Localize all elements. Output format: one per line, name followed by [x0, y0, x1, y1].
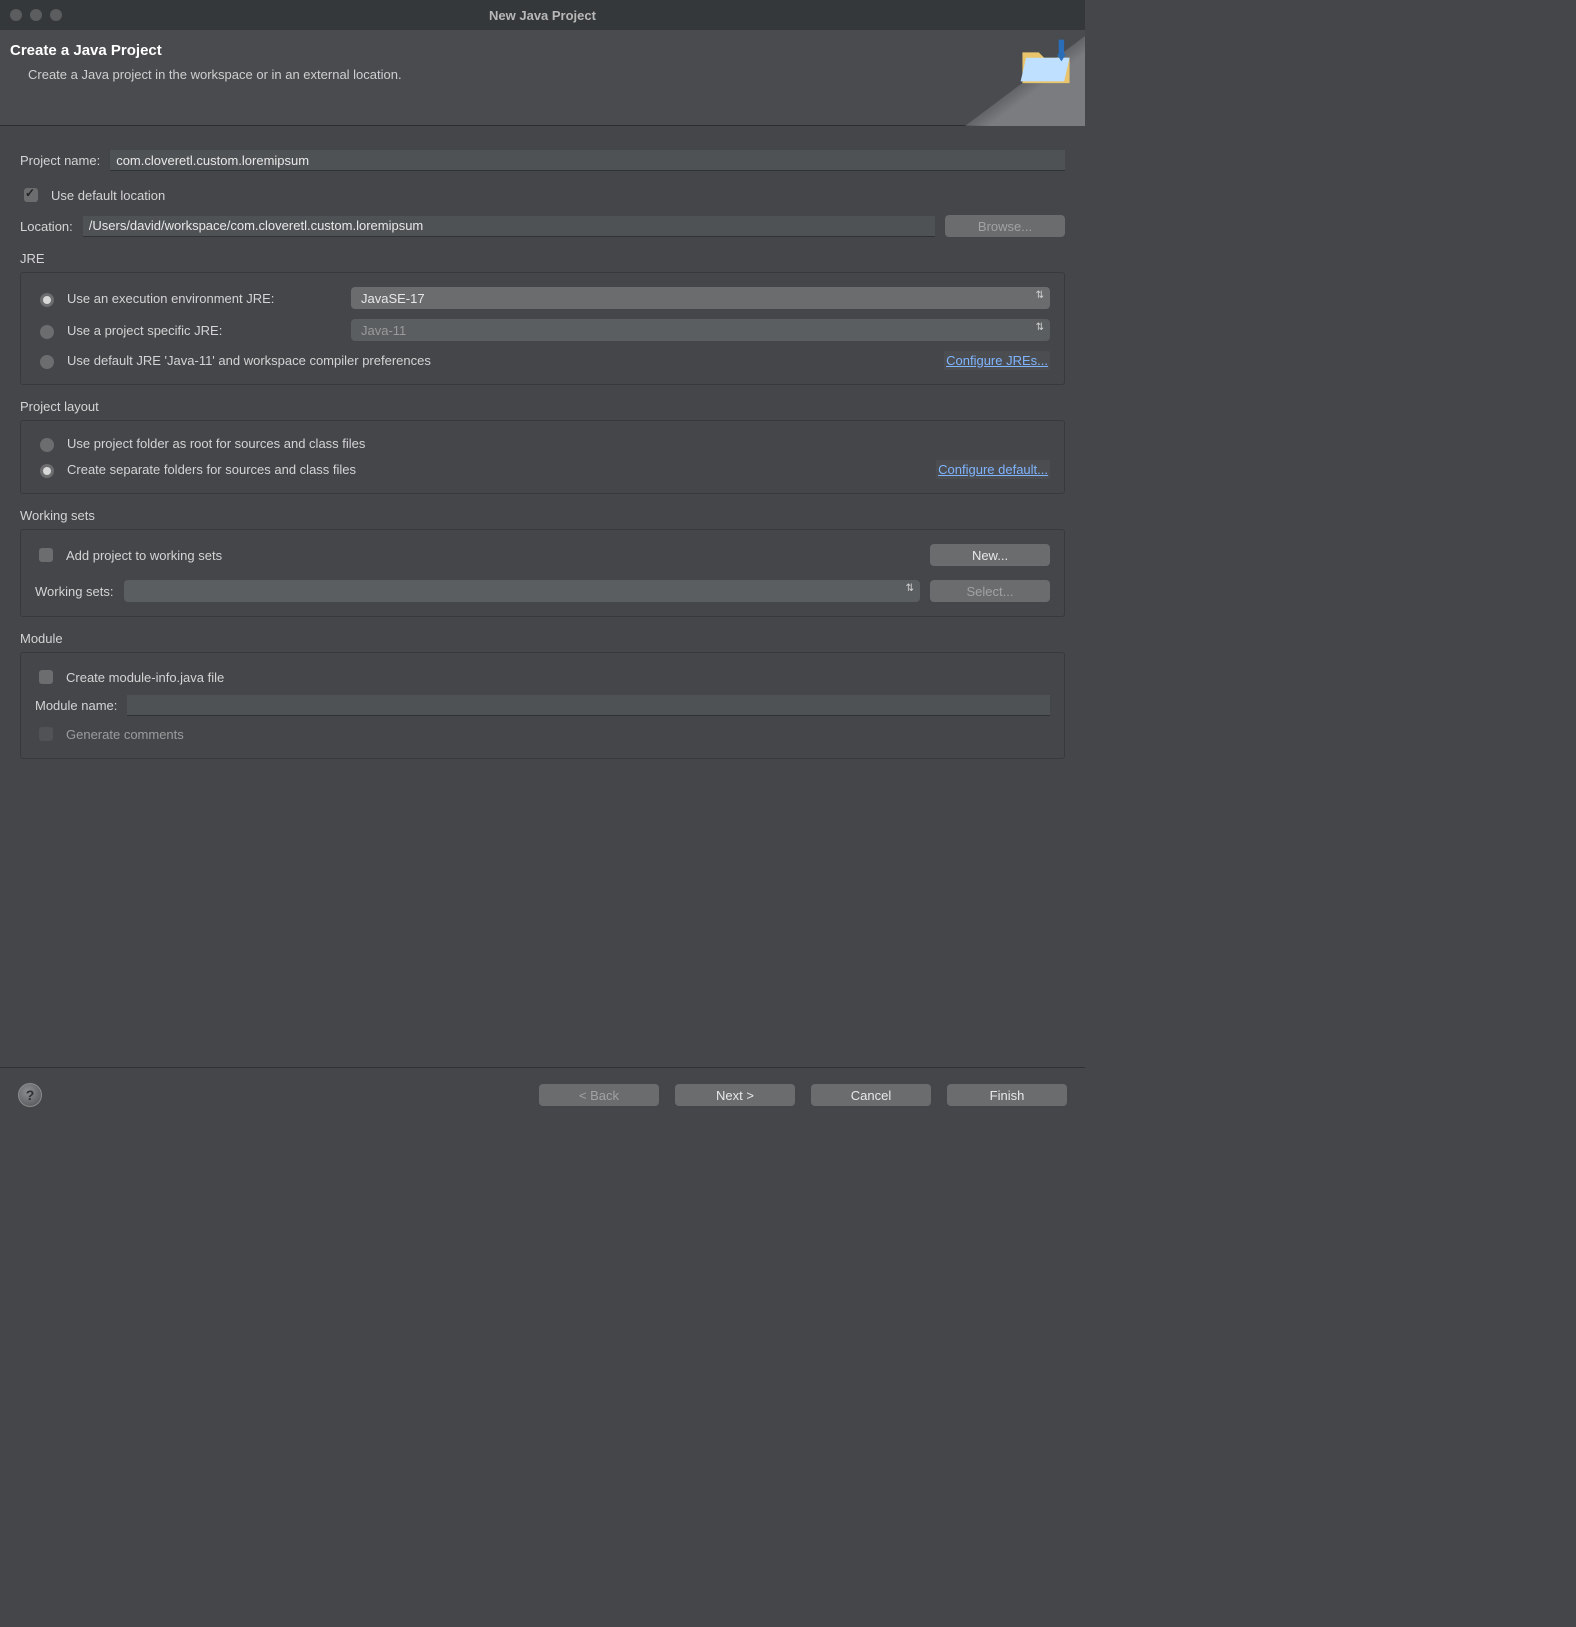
configure-default-link[interactable]: Configure default... — [936, 460, 1050, 479]
working-sets-group: Working sets Add project to working sets… — [20, 508, 1065, 617]
minimize-icon[interactable] — [30, 9, 42, 21]
configure-jres-link[interactable]: Configure JREs... — [944, 351, 1050, 370]
finish-button[interactable]: Finish — [947, 1084, 1067, 1106]
module-group: Module Create module-info.java file Modu… — [20, 631, 1065, 759]
wizard-window: New Java Project Create a Java Project C… — [0, 0, 1085, 1122]
cancel-button[interactable]: Cancel — [811, 1084, 931, 1106]
jre-exec-env-value: JavaSE-17 — [361, 291, 425, 306]
chevron-updown-icon: ⇅ — [906, 583, 914, 594]
close-icon[interactable] — [10, 9, 22, 21]
jre-project-specific-label: Use a project specific JRE: — [67, 323, 222, 338]
wizard-content: Project name: Use default location Locat… — [0, 126, 1085, 1067]
browse-button: Browse... — [945, 215, 1065, 237]
jre-default-label: Use default JRE 'Java-11' and workspace … — [67, 353, 431, 368]
ws-new-button[interactable]: New... — [930, 544, 1050, 566]
ws-select-button: Select... — [930, 580, 1050, 602]
layout-title: Project layout — [20, 399, 1065, 414]
wizard-footer: ? < Back Next > Cancel Finish — [0, 1067, 1085, 1122]
jre-default-row: Use default JRE 'Java-11' and workspace … — [35, 351, 1050, 370]
layout-root-radio[interactable] — [40, 438, 54, 452]
wizard-header: Create a Java Project Create a Java proj… — [0, 30, 1085, 126]
module-create-checkbox[interactable] — [39, 670, 53, 684]
chevron-updown-icon: ⇅ — [1036, 290, 1044, 301]
module-generate-checkbox — [39, 727, 53, 741]
jre-project-specific-row: Use a project specific JRE: Java-11 ⇅ — [35, 319, 1050, 341]
module-generate-label: Generate comments — [66, 727, 184, 742]
project-name-input[interactable] — [110, 150, 1065, 171]
folder-icon — [1017, 36, 1075, 94]
jre-exec-env-label: Use an execution environment JRE: — [67, 291, 274, 306]
ws-label: Working sets: — [35, 584, 114, 599]
jre-exec-env-radio[interactable] — [40, 293, 54, 307]
jre-title: JRE — [20, 251, 1065, 266]
jre-default-radio[interactable] — [40, 355, 54, 369]
jre-project-specific-value: Java-11 — [361, 323, 406, 338]
location-label: Location: — [20, 219, 73, 234]
help-icon[interactable]: ? — [18, 1083, 42, 1107]
chevron-updown-icon: ⇅ — [1036, 322, 1044, 333]
jre-exec-env-row: Use an execution environment JRE: JavaSE… — [35, 287, 1050, 309]
layout-root-label: Use project folder as root for sources a… — [67, 436, 365, 451]
module-name-row: Module name: — [35, 695, 1050, 716]
ws-add-checkbox[interactable] — [39, 548, 53, 562]
location-block: Use default location Location: Browse... — [20, 185, 1065, 237]
layout-root-row: Use project folder as root for sources a… — [35, 435, 1050, 452]
location-input — [83, 216, 935, 237]
use-default-location-checkbox[interactable] — [24, 188, 38, 202]
back-button: < Back — [539, 1084, 659, 1106]
module-create-row: Create module-info.java file — [35, 667, 1050, 687]
module-create-label: Create module-info.java file — [66, 670, 224, 685]
ws-select-row: Working sets: ⇅ Select... — [35, 580, 1050, 602]
jre-project-specific-radio[interactable] — [40, 325, 54, 339]
use-default-location-label: Use default location — [51, 188, 165, 203]
window-title: New Java Project — [489, 8, 596, 23]
use-default-location-row: Use default location — [20, 185, 1065, 205]
module-generate-row: Generate comments — [35, 724, 1050, 744]
header-subtitle: Create a Java project in the workspace o… — [28, 67, 1065, 82]
zoom-icon[interactable] — [50, 9, 62, 21]
layout-split-radio[interactable] — [40, 464, 54, 478]
header-title: Create a Java Project — [10, 42, 1065, 59]
working-sets-title: Working sets — [20, 508, 1065, 523]
ws-add-label: Add project to working sets — [66, 548, 222, 563]
module-name-input — [127, 695, 1050, 716]
module-name-label: Module name: — [35, 698, 117, 713]
project-name-label: Project name: — [20, 153, 100, 168]
ws-add-row: Add project to working sets New... — [35, 544, 1050, 566]
window-controls — [10, 9, 62, 21]
titlebar: New Java Project — [0, 0, 1085, 30]
layout-split-row: Create separate folders for sources and … — [35, 460, 1050, 479]
project-name-row: Project name: — [20, 150, 1065, 171]
layout-split-label: Create separate folders for sources and … — [67, 462, 356, 477]
jre-exec-env-select[interactable]: JavaSE-17 ⇅ — [351, 287, 1050, 309]
next-button[interactable]: Next > — [675, 1084, 795, 1106]
layout-group: Project layout Use project folder as roo… — [20, 399, 1065, 494]
ws-select: ⇅ — [124, 580, 920, 602]
location-row: Location: Browse... — [20, 215, 1065, 237]
jre-group: JRE Use an execution environment JRE: Ja… — [20, 251, 1065, 385]
jre-project-specific-select: Java-11 ⇅ — [351, 319, 1050, 341]
module-title: Module — [20, 631, 1065, 646]
